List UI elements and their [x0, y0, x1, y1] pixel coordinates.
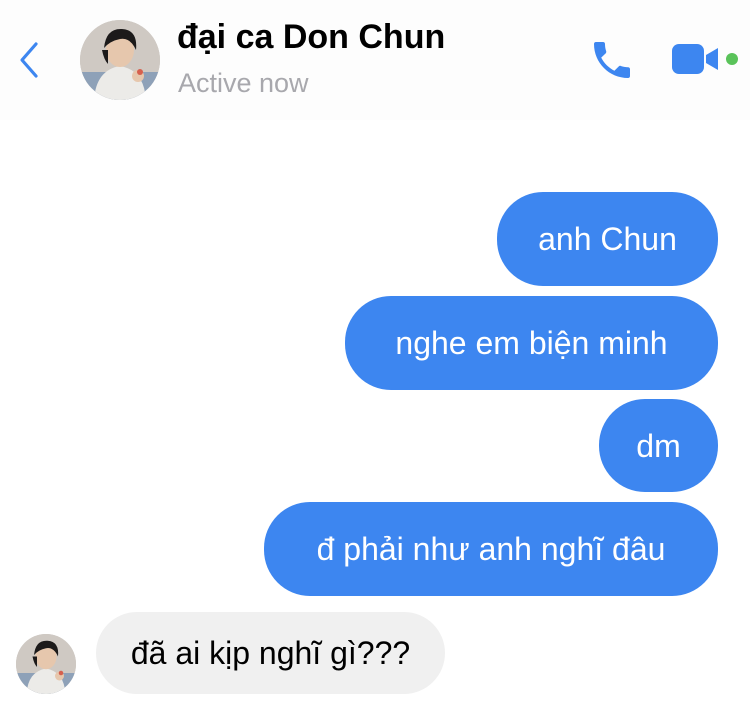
video-call-button[interactable]	[668, 40, 740, 80]
profile-photo	[80, 20, 160, 100]
sender-avatar[interactable]	[16, 634, 76, 694]
video-camera-icon	[672, 44, 738, 74]
voice-call-button[interactable]	[588, 36, 636, 84]
message-bubble-outgoing[interactable]: dm	[599, 399, 718, 492]
contact-name[interactable]: đại ca Don Chun	[177, 18, 445, 57]
contact-avatar[interactable]	[80, 20, 160, 100]
message-bubble-outgoing[interactable]: đ phải như anh nghĩ đâu	[264, 502, 718, 596]
online-indicator-icon	[726, 53, 738, 65]
back-button[interactable]	[14, 40, 44, 80]
message-bubble-incoming[interactable]: đã ai kịp nghĩ gì???	[96, 612, 445, 694]
message-bubble-outgoing[interactable]: nghe em biện minh	[345, 296, 718, 390]
chat-header: đại ca Don Chun Active now	[0, 0, 750, 120]
chevron-left-icon	[20, 42, 38, 78]
profile-photo	[16, 634, 76, 694]
active-status: Active now	[178, 68, 309, 98]
message-bubble-outgoing[interactable]: anh Chun	[497, 192, 718, 286]
phone-icon	[594, 42, 630, 78]
